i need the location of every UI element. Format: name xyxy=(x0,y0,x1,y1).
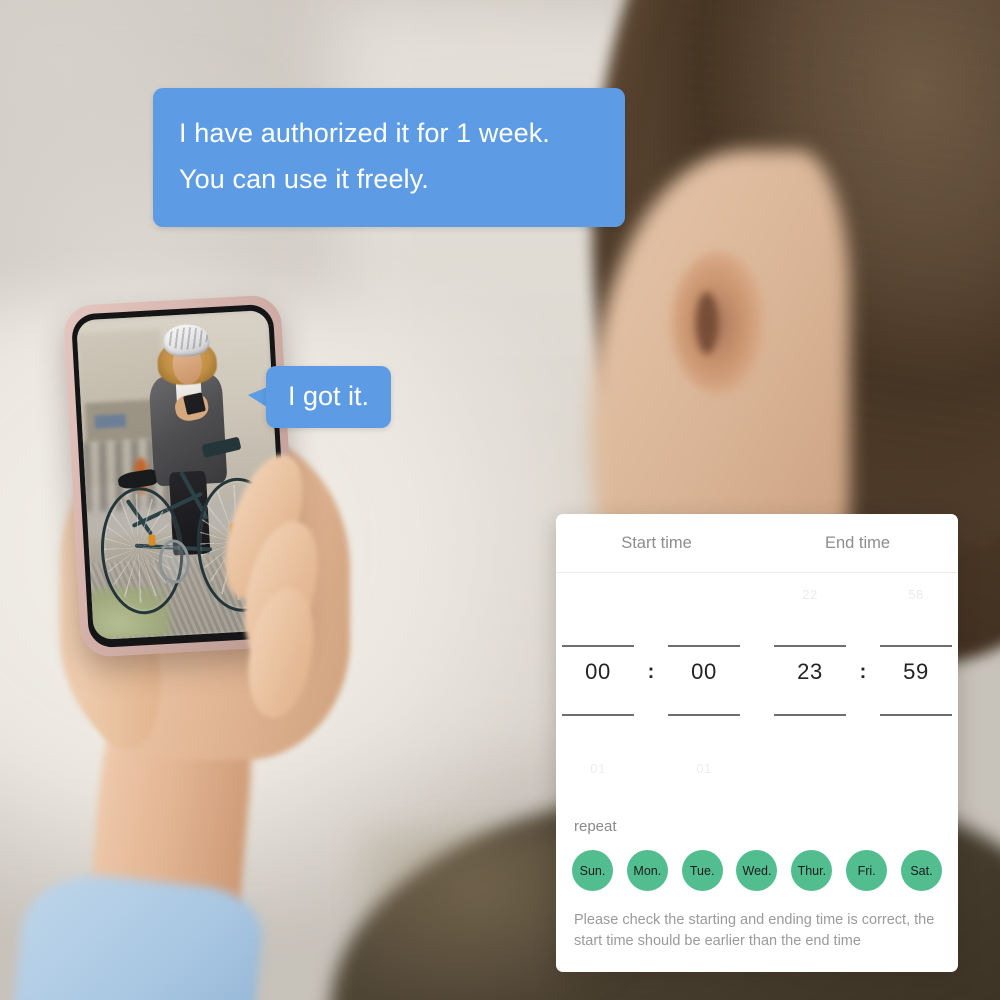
chat-bubble-got-it: I got it. xyxy=(266,366,392,428)
day-chip-wed[interactable]: Wed. xyxy=(736,850,778,891)
screenshot-stage: I have authorized it for 1 week. You can… xyxy=(0,0,1000,1000)
wheel-start-minute[interactable]: 00 01 xyxy=(662,573,746,793)
wheel-end-hour-line-bottom xyxy=(774,714,846,716)
day-chip-sat[interactable]: Sat. xyxy=(900,850,942,891)
woman-ear-canal xyxy=(696,292,718,354)
wheel-end-hour-value: 23 xyxy=(797,659,823,684)
repeat-days: Sun. Mon. Tue. Wed. Thur. Fri. Sat. xyxy=(572,850,942,891)
end-separator: : xyxy=(852,573,874,793)
time-picker-card: Start time End time 00 01 : 00 01 22 23 … xyxy=(556,514,958,972)
wheel-end-minute-ghost-above: 58 xyxy=(908,587,924,602)
wheel-start-minute-line-bottom xyxy=(668,714,740,716)
wheel-start-hour-line-top xyxy=(562,645,634,647)
end-colon: : xyxy=(859,661,867,683)
time-picker-header: Start time End time xyxy=(556,514,958,573)
chat-line-2: You can use it freely. xyxy=(179,164,429,195)
wheel-end-hour-ghost-above: 22 xyxy=(802,587,818,602)
wheel-start-hour[interactable]: 00 01 xyxy=(556,573,640,793)
chat-bubble-authorization: I have authorized it for 1 week. You can… xyxy=(153,88,625,227)
day-chip-tue[interactable]: Tue. xyxy=(681,850,723,891)
day-chip-sun[interactable]: Sun. xyxy=(572,850,613,891)
validation-note: Please check the starting and ending tim… xyxy=(574,912,935,950)
bicycle-reflector-rear xyxy=(147,534,156,546)
wheel-start-minute-value: 00 xyxy=(691,659,717,684)
time-wheels: 00 01 : 00 01 22 23: 58 59 xyxy=(556,573,958,793)
wheel-start-minute-line-top xyxy=(668,645,740,647)
start-colon: : xyxy=(647,661,655,683)
start-time-label: Start time xyxy=(621,533,692,552)
wheel-end-minute-line-top xyxy=(880,645,952,647)
chat-line-1: I have authorized it for 1 week. xyxy=(179,118,550,148)
day-chip-thur[interactable]: Thur. xyxy=(791,850,833,891)
wheel-end-minute[interactable]: 58 59 xyxy=(874,573,958,793)
repeat-label: repeat xyxy=(574,818,617,835)
wheel-group-gap xyxy=(746,573,768,793)
start-separator: : xyxy=(640,573,662,793)
wheel-start-hour-value: 00 xyxy=(585,659,611,684)
wheel-end-hour[interactable]: 22 23 xyxy=(768,573,852,793)
wheel-end-minute-value: 59 xyxy=(903,659,929,684)
chat-line-3: I got it. xyxy=(288,381,370,411)
end-time-label: End time xyxy=(824,533,891,552)
wheel-end-hour-line-top xyxy=(774,645,846,647)
day-chip-fri[interactable]: Fri. xyxy=(846,850,888,891)
scene-street-sign xyxy=(94,413,127,429)
wheel-end-minute-line-bottom xyxy=(880,714,952,716)
wheel-start-hour-line-bottom xyxy=(562,714,634,716)
wheel-start-minute-ghost-below: 01 xyxy=(696,761,712,776)
day-chip-mon[interactable]: Mon. xyxy=(626,850,668,891)
wheel-start-hour-ghost-below: 01 xyxy=(590,761,606,776)
